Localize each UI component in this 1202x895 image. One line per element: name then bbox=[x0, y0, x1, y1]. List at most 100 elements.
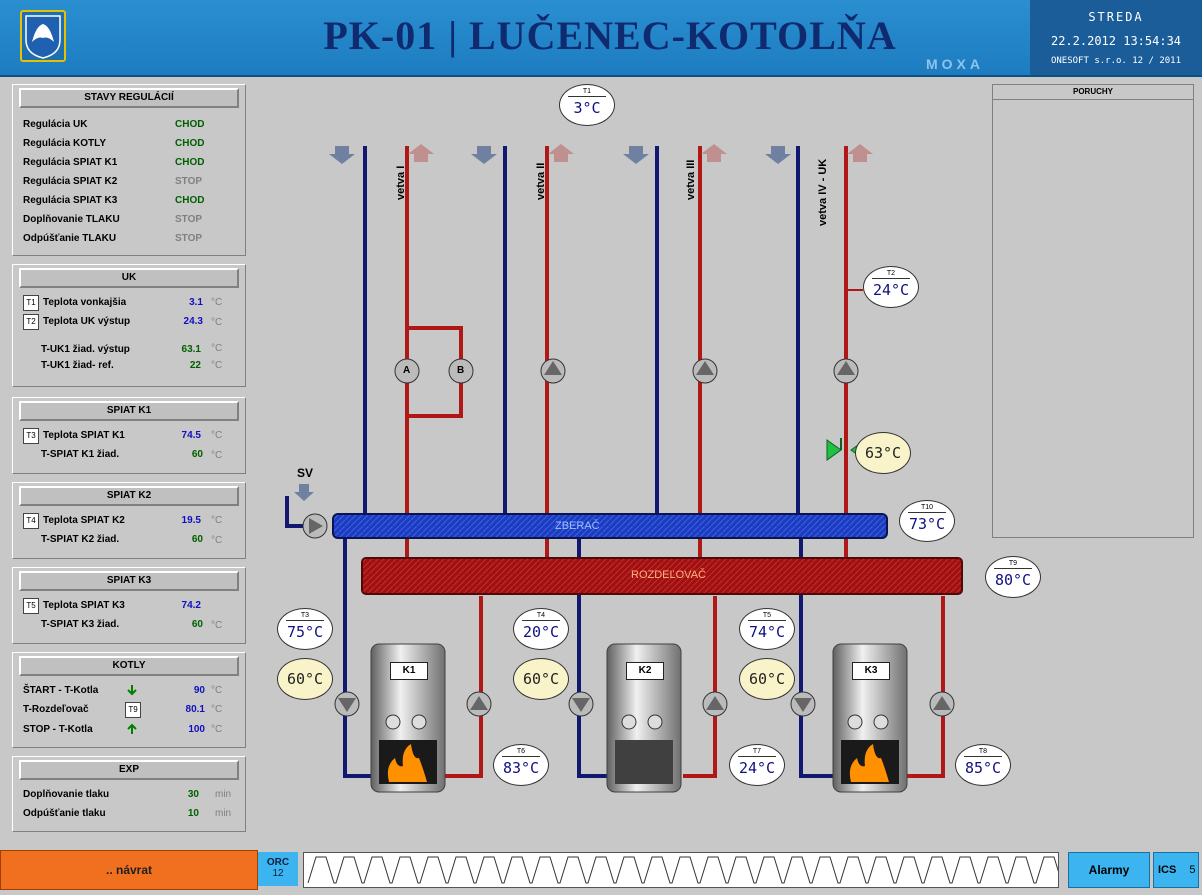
unit: °C bbox=[211, 515, 223, 526]
alarms-button[interactable]: Alarmy bbox=[1068, 852, 1150, 888]
pressure-fill-label: Doplňovanie tlaku bbox=[23, 789, 110, 800]
unit: °C bbox=[211, 360, 223, 371]
regulation-state: STOP bbox=[175, 233, 203, 244]
gauge-value: 80°C bbox=[994, 568, 1032, 591]
boiler-start-value: 90 bbox=[193, 685, 205, 696]
pressure-release-value: 10 bbox=[187, 808, 199, 819]
boilers-panel: KOTLY ŠTART - T-Kotla 90 °C T-Rozdeľovač… bbox=[12, 652, 246, 748]
uk-required-ref-value: 22 bbox=[189, 360, 201, 371]
gauge-t4[interactable]: T4 20°C bbox=[513, 608, 569, 650]
return-k1-required-label: T-SPIAT K1 žiad. bbox=[41, 449, 120, 460]
uk-output-temp-value: 24.3 bbox=[183, 316, 203, 327]
panel-title: SPIAT K2 bbox=[19, 486, 239, 506]
sensor-tag-t2[interactable]: T2 bbox=[23, 314, 39, 330]
heating-diagram: A B vetva I vetva II vetva III vetva IV … bbox=[255, 76, 1041, 846]
gauge-id: T6 bbox=[516, 748, 526, 755]
unit: °C bbox=[211, 450, 223, 461]
gauge-t3[interactable]: T3 75°C bbox=[277, 608, 333, 650]
panel-title: SPIAT K3 bbox=[19, 571, 239, 591]
gauge-t6[interactable]: T6 83°C bbox=[493, 744, 549, 786]
sensor-tag-t9[interactable]: T9 bbox=[125, 702, 141, 718]
gauge-t1[interactable]: T1 3°C bbox=[559, 84, 615, 126]
boiler-k1[interactable]: K1 bbox=[371, 644, 445, 790]
sensor-tag-t4[interactable]: T4 bbox=[23, 513, 39, 529]
regulation-states-panel: STAVY REGULÁCIÍ Regulácia UK CHOD Regulá… bbox=[12, 84, 246, 256]
return-k2-temp-label: Teplota SPIAT K2 bbox=[43, 515, 125, 526]
panel-title: KOTLY bbox=[19, 656, 239, 676]
unit: °C bbox=[211, 343, 223, 354]
regulation-state: CHOD bbox=[175, 157, 205, 168]
gauge-t10[interactable]: T10 73°C bbox=[899, 500, 955, 542]
weekday-label: STREDA bbox=[1088, 10, 1144, 24]
sensor-tag-t3[interactable]: T3 bbox=[23, 428, 39, 444]
panel-title: STAVY REGULÁCIÍ bbox=[19, 88, 239, 108]
return-k1-temp-label: Teplota SPIAT K1 bbox=[43, 430, 125, 441]
k3-setpoint[interactable]: 60°C bbox=[739, 658, 795, 700]
city-coat-of-arms-icon bbox=[20, 10, 66, 62]
ics-label: ICS bbox=[1158, 864, 1177, 876]
sensor-tag-t1[interactable]: T1 bbox=[23, 295, 39, 311]
gauge-id: T3 bbox=[300, 612, 310, 619]
gauge-value: 75°C bbox=[286, 620, 324, 643]
pump-b-label: B bbox=[457, 365, 465, 376]
gauge-id: T2 bbox=[886, 270, 896, 277]
distributor-temp-label: T-Rozdeľovač bbox=[23, 704, 89, 715]
branch-4-label: vetva IV - UK bbox=[817, 158, 829, 226]
regulation-state: CHOD bbox=[175, 119, 205, 130]
uk-outside-temp-value: 3.1 bbox=[189, 297, 203, 308]
valve-setpoint[interactable]: 63°C bbox=[855, 432, 911, 474]
unit: °C bbox=[211, 685, 223, 696]
collector-label: ZBERAČ bbox=[555, 520, 600, 532]
unit: °C bbox=[211, 724, 223, 735]
unit: min bbox=[215, 808, 232, 819]
return-k2-required-label: T-SPIAT K2 žiad. bbox=[41, 534, 120, 545]
gauge-id: T7 bbox=[752, 748, 762, 755]
uk-required-ref-label: T-UK1 žiad- ref. bbox=[41, 360, 114, 371]
faults-panel[interactable]: PORUCHY bbox=[992, 84, 1194, 538]
gauge-t2[interactable]: T2 24°C bbox=[863, 266, 919, 308]
return-k1-panel: SPIAT K1 T3 Teplota SPIAT K1 74.5 °C T-S… bbox=[12, 397, 246, 474]
boiler-k2[interactable]: K2 bbox=[607, 644, 681, 790]
gauge-t5[interactable]: T5 74°C bbox=[739, 608, 795, 650]
gauge-id: T9 bbox=[1008, 560, 1018, 567]
return-k2-required-value: 60 bbox=[191, 534, 203, 545]
uk-required-output-label: T-UK1 žiad. výstup bbox=[41, 344, 130, 355]
regulation-state: CHOD bbox=[175, 195, 205, 206]
gauge-value: 74°C bbox=[748, 620, 786, 643]
faults-title: PORUCHY bbox=[993, 85, 1193, 100]
return-k3-required-value: 60 bbox=[191, 619, 203, 630]
return-k1-required-value: 60 bbox=[191, 449, 203, 460]
unit: °C bbox=[211, 317, 223, 328]
collector-bar bbox=[332, 513, 888, 539]
gauge-value: 83°C bbox=[502, 756, 540, 779]
k2-setpoint[interactable]: 60°C bbox=[513, 658, 569, 700]
orc-button[interactable]: ORC 12 bbox=[258, 852, 298, 886]
back-button[interactable]: .. návrat bbox=[0, 850, 258, 890]
return-k2-temp-value: 19.5 bbox=[181, 515, 201, 526]
gauge-t8[interactable]: T8 85°C bbox=[955, 744, 1011, 786]
pressure-fill-value: 30 bbox=[187, 789, 199, 800]
sv-label: SV bbox=[297, 466, 314, 480]
boiler-label: K3 bbox=[852, 662, 890, 680]
distributor-temp-value: 80.1 bbox=[185, 704, 205, 715]
regulation-label: Regulácia UK bbox=[23, 119, 88, 130]
gauge-t7[interactable]: T7 24°C bbox=[729, 744, 785, 786]
gauge-t9[interactable]: T9 80°C bbox=[985, 556, 1041, 598]
panel-title: UK bbox=[19, 268, 239, 288]
return-k3-panel: SPIAT K3 T5 Teplota SPIAT K3 74.2 T-SPIA… bbox=[12, 567, 246, 644]
page-title: PK-01 | LUČENEC-KOTOLŇA bbox=[323, 13, 897, 58]
uk-outside-temp-label: Teplota vonkajšia bbox=[43, 297, 127, 308]
k1-setpoint[interactable]: 60°C bbox=[277, 658, 333, 700]
gauge-value: 20°C bbox=[522, 620, 560, 643]
boiler-k3[interactable]: K3 bbox=[833, 644, 907, 790]
sensor-tag-t5[interactable]: T5 bbox=[23, 598, 39, 614]
regulation-state: CHOD bbox=[175, 138, 205, 149]
gauge-id: T5 bbox=[762, 612, 772, 619]
gauge-id: T4 bbox=[536, 612, 546, 619]
gauge-id: T8 bbox=[978, 748, 988, 755]
uk-required-output-value: 63.1 bbox=[181, 344, 201, 355]
orc-label: ORC bbox=[266, 857, 290, 868]
header-bar: PK-01 | LUČENEC-KOTOLŇA MOXA STREDA 22.2… bbox=[0, 0, 1202, 77]
regulation-label: Regulácia KOTLY bbox=[23, 138, 106, 149]
ics-button[interactable]: ICS 5 bbox=[1153, 852, 1199, 888]
